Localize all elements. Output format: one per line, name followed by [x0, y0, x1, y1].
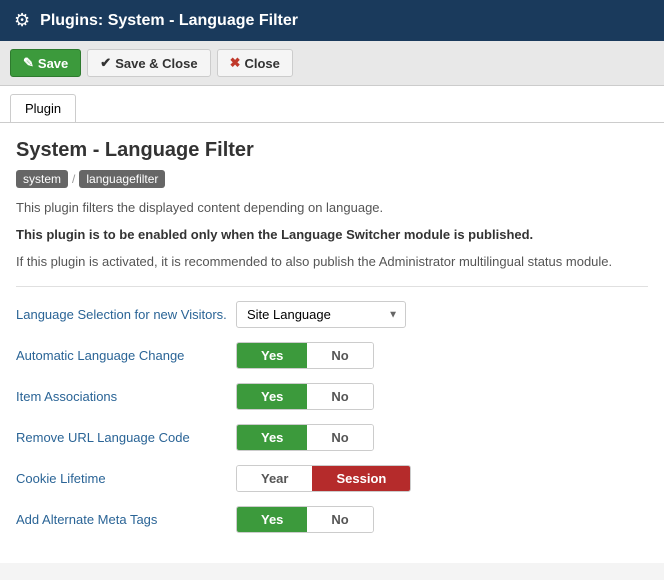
remove-url-language-code-toggle: Yes No	[236, 424, 374, 451]
language-selection-control: Site Language Browser Language ▼	[236, 301, 648, 328]
page-title: Plugins: System - Language Filter	[40, 12, 298, 30]
item-associations-label: Item Associations	[16, 389, 236, 404]
close-button[interactable]: ✖ Close	[217, 49, 293, 77]
item-associations-toggle: Yes No	[236, 383, 374, 410]
remove-url-language-code-no[interactable]: No	[307, 425, 372, 450]
cookie-lifetime-control: Year Session	[236, 465, 648, 492]
check-icon: ✔	[100, 55, 111, 71]
automatic-language-change-yes[interactable]: Yes	[237, 343, 307, 368]
automatic-language-change-no[interactable]: No	[307, 343, 372, 368]
toolbar: ✎ Save ✔ Save & Close ✖ Close	[0, 41, 664, 86]
automatic-language-change-toggle: Yes No	[236, 342, 374, 369]
tabs-bar: Plugin	[0, 86, 664, 123]
automatic-language-change-control: Yes No	[236, 342, 648, 369]
item-associations-row: Item Associations Yes No	[16, 383, 648, 410]
cookie-lifetime-session[interactable]: Session	[312, 466, 410, 491]
remove-url-language-code-yes[interactable]: Yes	[237, 425, 307, 450]
title-bar: ⚙ Plugins: System - Language Filter	[0, 0, 664, 41]
save-icon: ✎	[23, 55, 34, 71]
add-alternate-meta-tags-toggle: Yes No	[236, 506, 374, 533]
add-alternate-meta-tags-no[interactable]: No	[307, 507, 372, 532]
remove-url-language-code-label: Remove URL Language Code	[16, 430, 236, 445]
automatic-language-change-label: Automatic Language Change	[16, 348, 236, 363]
tag-system: system	[16, 170, 68, 188]
tag-separator: /	[72, 172, 75, 186]
cookie-lifetime-toggle: Year Session	[236, 465, 411, 492]
save-close-button[interactable]: ✔ Save & Close	[87, 49, 210, 77]
add-alternate-meta-tags-control: Yes No	[236, 506, 648, 533]
description-1: This plugin filters the displayed conten…	[16, 198, 648, 219]
item-associations-yes[interactable]: Yes	[237, 384, 307, 409]
add-alternate-meta-tags-row: Add Alternate Meta Tags Yes No	[16, 506, 648, 533]
cookie-lifetime-year[interactable]: Year	[237, 466, 312, 491]
language-selection-row: Language Selection for new Visitors. Sit…	[16, 301, 648, 328]
cookie-lifetime-label: Cookie Lifetime	[16, 471, 236, 486]
tab-plugin[interactable]: Plugin	[10, 94, 76, 122]
language-selection-select[interactable]: Site Language Browser Language	[236, 301, 406, 328]
remove-url-language-code-row: Remove URL Language Code Yes No	[16, 424, 648, 451]
automatic-language-change-row: Automatic Language Change Yes No	[16, 342, 648, 369]
item-associations-no[interactable]: No	[307, 384, 372, 409]
language-selection-label: Language Selection for new Visitors.	[16, 307, 236, 322]
add-alternate-meta-tags-yes[interactable]: Yes	[237, 507, 307, 532]
add-alternate-meta-tags-label: Add Alternate Meta Tags	[16, 512, 236, 527]
language-selection-wrap: Site Language Browser Language ▼	[236, 301, 406, 328]
content-area: System - Language Filter system / langua…	[0, 123, 664, 563]
save-button[interactable]: ✎ Save	[10, 49, 81, 77]
plugin-icon: ⚙	[14, 10, 30, 31]
description-2: This plugin is to be enabled only when t…	[16, 225, 648, 246]
tag-languagefilter: languagefilter	[79, 170, 165, 188]
remove-url-language-code-control: Yes No	[236, 424, 648, 451]
cookie-lifetime-row: Cookie Lifetime Year Session	[16, 465, 648, 492]
item-associations-control: Yes No	[236, 383, 648, 410]
plugin-title: System - Language Filter	[16, 139, 648, 162]
description-3: If this plugin is activated, it is recom…	[16, 252, 648, 273]
close-icon: ✖	[230, 55, 241, 71]
tags-row: system / languagefilter	[16, 170, 648, 188]
divider	[16, 286, 648, 287]
